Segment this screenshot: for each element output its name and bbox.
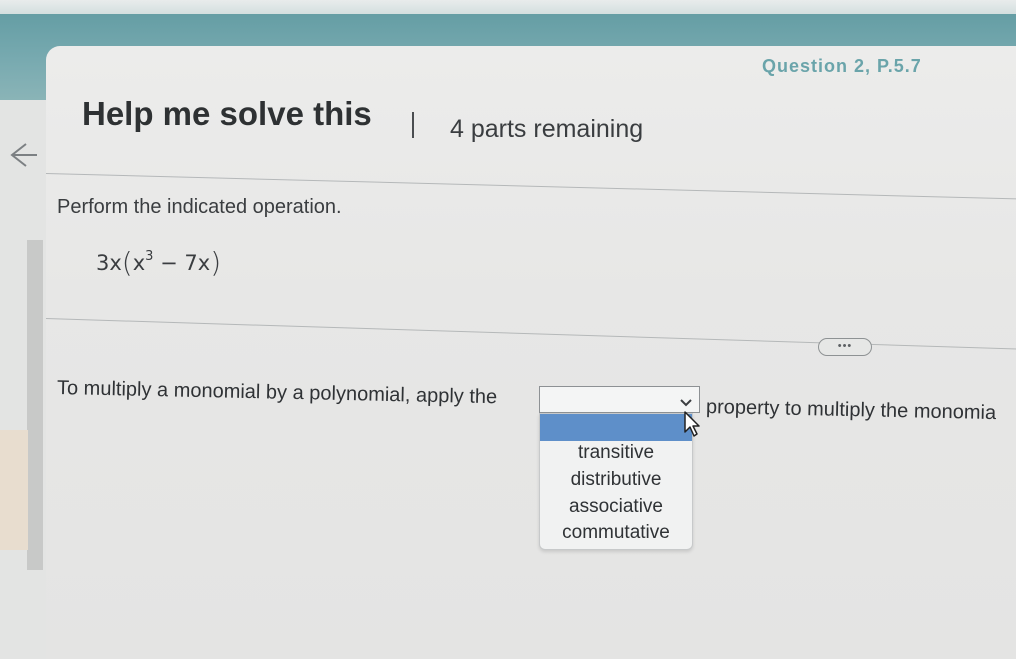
question-label: Question 2, P.5.7 [762, 56, 922, 76]
dropdown-highlighted-blank-option[interactable] [540, 414, 692, 441]
expression-base: x [132, 251, 146, 275]
top-banner-edge [0, 0, 1016, 14]
math-expression: 3x(x3 − 7x) [96, 246, 221, 279]
chevron-down-icon [680, 394, 692, 407]
mouse-pointer-icon [683, 410, 701, 438]
property-dropdown-list: transitive distributive associative comm… [539, 413, 693, 550]
option-commutative[interactable]: commutative [540, 522, 692, 544]
left-scroll-track [27, 240, 43, 570]
problem-instruction: Perform the indicated operation. [57, 196, 342, 218]
left-edge-shade [0, 430, 28, 550]
parts-remaining: 4 parts remaining [450, 115, 644, 143]
expression-close-paren: ) [210, 246, 222, 279]
expression-rest: − 7x [153, 251, 211, 275]
back-arrow-icon[interactable] [4, 138, 38, 172]
expression-open-paren: ( [121, 246, 133, 279]
more-options-button[interactable]: ••• [818, 338, 872, 356]
page-title: Help me solve this [82, 95, 372, 132]
option-transitive[interactable]: transitive [540, 442, 692, 464]
option-associative[interactable]: associative [540, 496, 692, 518]
option-distributive[interactable]: distributive [540, 469, 692, 491]
expression-coefficient: 3x [96, 251, 122, 275]
property-select[interactable] [539, 386, 700, 413]
header-separator [412, 112, 414, 138]
